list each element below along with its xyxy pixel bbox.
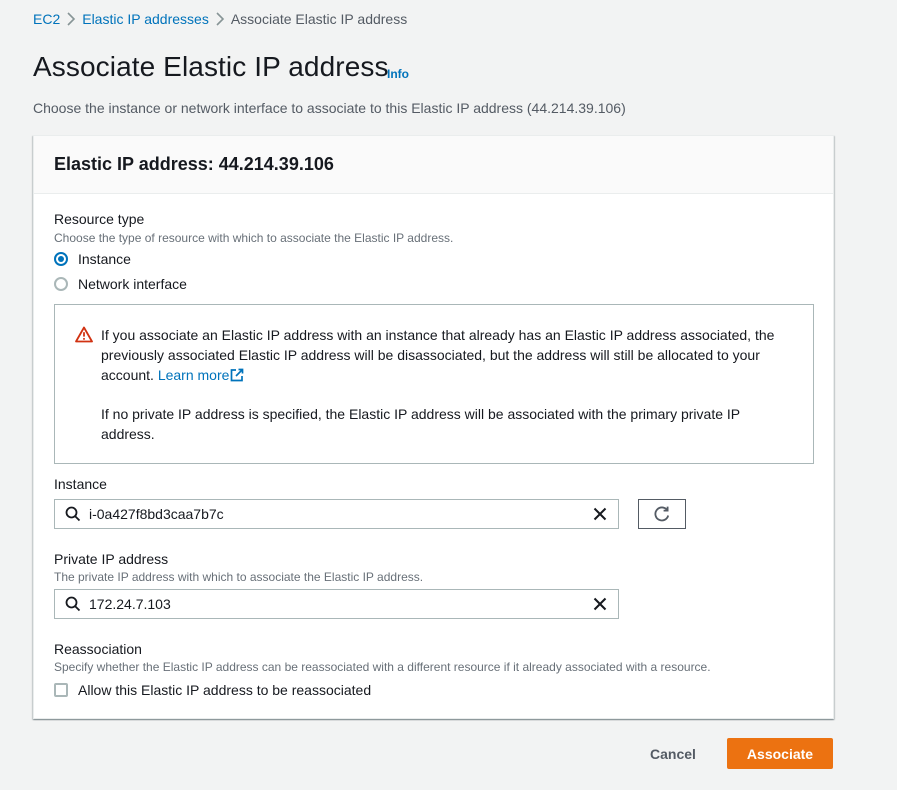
alert-secondary-message: If no private IP address is specified, t… (101, 406, 740, 442)
reassociation-description: Specify whether the Elastic IP address c… (54, 660, 711, 674)
alert-message: If you associate an Elastic IP address w… (101, 325, 791, 385)
reassociation-checkbox-row[interactable]: Allow this Elastic IP address to be reas… (54, 682, 371, 698)
breadcrumb-item-current: Associate Elastic IP address (230, 11, 408, 27)
breadcrumb-item-elastic-ip-addresses[interactable]: Elastic IP addresses (82, 11, 209, 27)
radio-button-unchecked[interactable] (54, 277, 68, 291)
cancel-button[interactable]: Cancel (633, 738, 713, 769)
search-icon (65, 596, 81, 612)
panel-title: Elastic IP address: 44.214.39.106 (54, 154, 334, 174)
breadcrumb-item-ec2[interactable]: EC2 (33, 11, 60, 27)
associate-button[interactable]: Associate (727, 738, 833, 769)
radio-instance-label: Instance (78, 251, 131, 267)
chevron-right-icon (60, 12, 82, 26)
private-ip-search-field[interactable]: 172.24.7.103 (54, 589, 619, 619)
close-icon[interactable] (593, 507, 607, 521)
instance-input-value[interactable]: i-0a427f8bd3caa7b7c (89, 506, 593, 522)
warning-icon (75, 326, 93, 343)
panel-header: Elastic IP address: 44.214.39.106 (34, 136, 833, 194)
refresh-button[interactable] (638, 499, 686, 529)
reassociation-label: Reassociation (54, 641, 142, 657)
instance-label: Instance (54, 476, 107, 492)
refresh-icon (654, 506, 670, 522)
breadcrumb: EC2 Elastic IP addresses Associate Elast… (33, 10, 407, 28)
instance-search-field[interactable]: i-0a427f8bd3caa7b7c (54, 499, 619, 529)
search-icon (65, 506, 81, 522)
radio-instance[interactable]: Instance (54, 251, 131, 267)
page: EC2 Elastic IP addresses Associate Elast… (0, 0, 897, 790)
resource-type-description: Choose the type of resource with which t… (54, 231, 454, 245)
reassociation-checkbox-label: Allow this Elastic IP address to be reas… (78, 682, 372, 698)
reassociation-checkbox[interactable] (54, 683, 68, 697)
private-ip-description: The private IP address with which to ass… (54, 570, 424, 584)
info-link[interactable]: Info (387, 67, 409, 81)
page-description: Choose the instance or network interface… (33, 100, 626, 116)
radio-button-checked[interactable] (54, 252, 68, 266)
warning-alert: If you associate an Elastic IP address w… (54, 304, 814, 464)
chevron-right-icon (209, 12, 231, 26)
radio-network-interface[interactable]: Network interface (54, 276, 187, 292)
learn-more-link[interactable]: Learn more (158, 367, 245, 383)
radio-network-interface-label: Network interface (78, 276, 187, 292)
private-ip-label: Private IP address (54, 551, 169, 567)
learn-more-label: Learn more (157, 367, 230, 383)
close-icon[interactable] (593, 597, 607, 611)
associate-panel: Elastic IP address: 44.214.39.106 Resour… (33, 135, 834, 719)
external-link-icon (231, 368, 244, 382)
private-ip-input-value[interactable]: 172.24.7.103 (89, 596, 593, 612)
resource-type-label: Resource type (54, 211, 145, 227)
page-title: Associate Elastic IP address (33, 51, 389, 82)
